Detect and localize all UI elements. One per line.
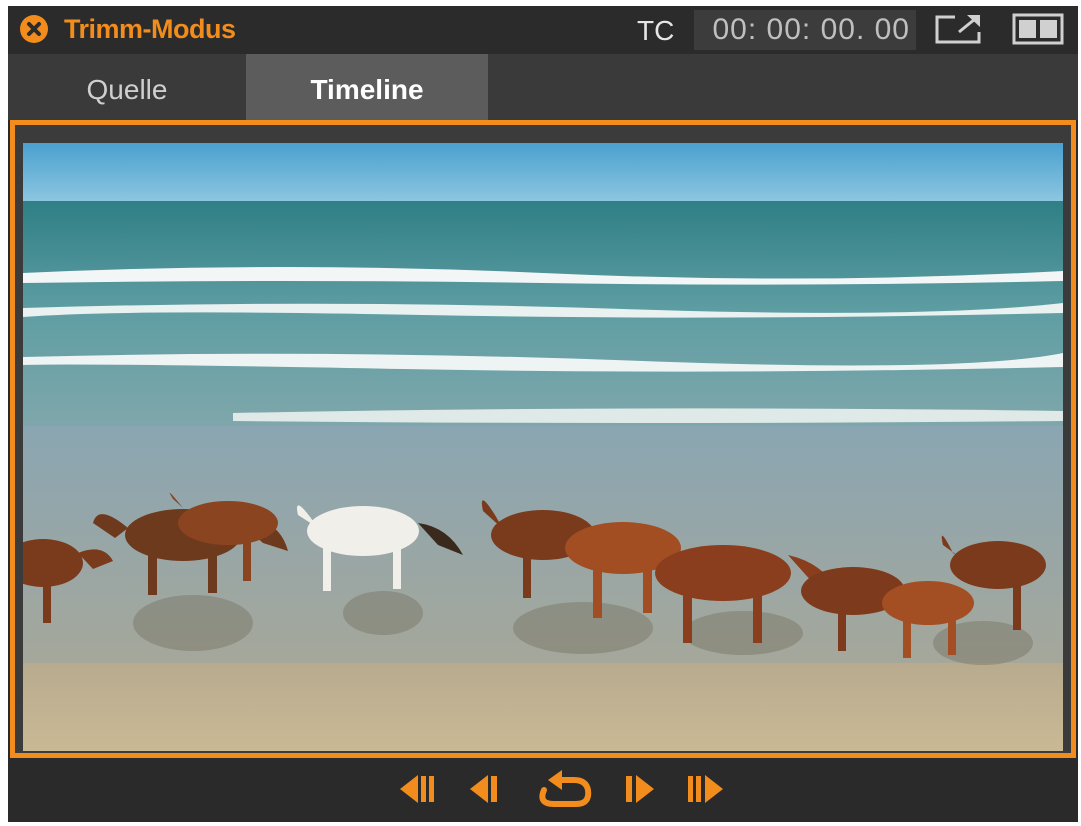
transport-bar xyxy=(8,758,1078,822)
step-forward-icon xyxy=(626,775,654,803)
jump-to-start-button[interactable] xyxy=(396,766,440,812)
timecode-label: TC xyxy=(637,15,675,46)
external-preview-button[interactable] xyxy=(933,12,985,46)
window-title: Trimm-Modus xyxy=(64,14,236,44)
loop-icon xyxy=(539,770,592,807)
dual-panel-icon xyxy=(1012,13,1064,45)
video-preview xyxy=(23,143,1063,751)
step-back-icon xyxy=(470,775,497,803)
preview-frame[interactable] xyxy=(10,120,1076,758)
trim-mode-window: Trimm-Modus TC 00: 00: 00. 00 Quelle Tim… xyxy=(8,6,1078,822)
title-bar: Trimm-Modus TC 00: 00: 00. 00 xyxy=(8,6,1078,54)
close-button[interactable] xyxy=(20,15,48,43)
jump-to-end-button[interactable] xyxy=(684,766,728,812)
jump-to-start-icon xyxy=(400,775,434,803)
external-window-icon xyxy=(935,15,981,44)
close-icon xyxy=(27,22,41,36)
step-back-button[interactable] xyxy=(466,766,502,812)
jump-to-end-icon xyxy=(688,775,723,803)
tab-source[interactable]: Quelle xyxy=(8,54,246,120)
timecode-field[interactable]: 00: 00: 00. 00 xyxy=(694,10,916,50)
loop-button[interactable] xyxy=(530,766,596,812)
tab-bar: Quelle Timeline xyxy=(8,54,1078,120)
step-forward-button[interactable] xyxy=(622,766,658,812)
tab-timeline[interactable]: Timeline xyxy=(246,54,488,120)
dual-view-button[interactable] xyxy=(1012,13,1064,45)
